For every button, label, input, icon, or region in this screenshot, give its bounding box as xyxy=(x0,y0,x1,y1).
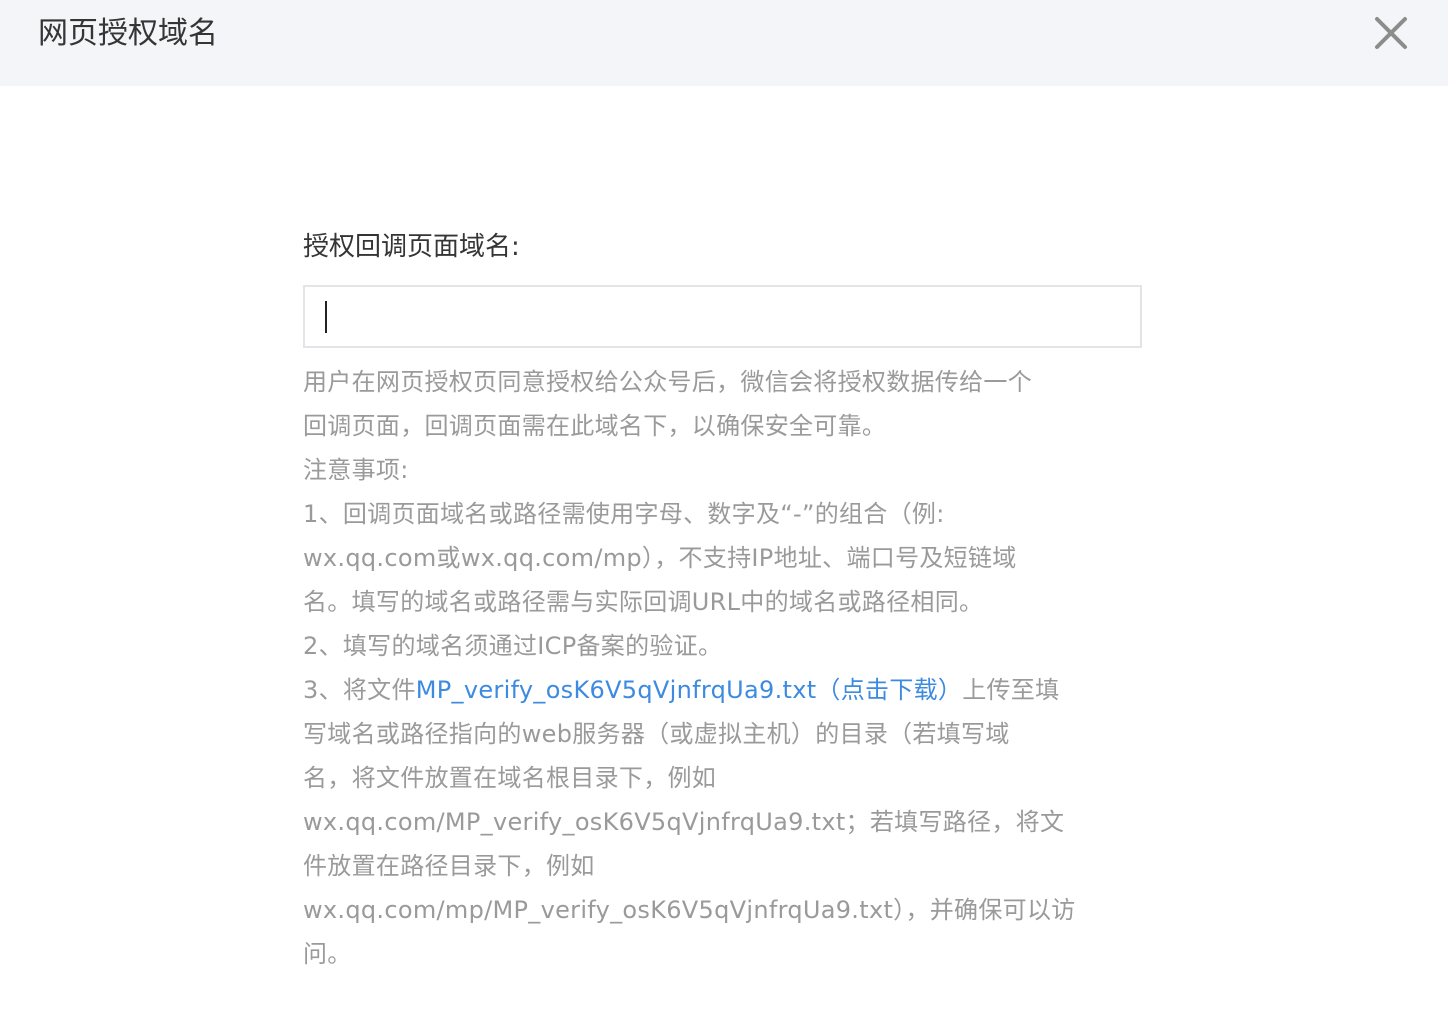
close-icon xyxy=(1375,17,1407,49)
tip-line: wx.qq.com/MP_verify_osK6V5qVjnfrqUa9.txt… xyxy=(303,808,1065,836)
item3-prefix: 3、将文件 xyxy=(303,676,416,704)
tip-line: 2、填写的域名须通过ICP备案的验证。 xyxy=(303,632,723,660)
tip-line: 件放置在路径目录下，例如 xyxy=(303,852,595,880)
text-caret xyxy=(325,301,327,333)
close-button[interactable] xyxy=(1372,14,1410,52)
tip-line: 回调页面，回调页面需在此域名下，以确保安全可靠。 xyxy=(303,412,887,440)
dialog-title: 网页授权域名 xyxy=(38,16,218,51)
callback-domain-input[interactable] xyxy=(305,287,1140,346)
tip-line: 问。 xyxy=(303,940,352,968)
tip-line-item3: 3、将文件MP_verify_osK6V5qVjnfrqUa9.txt（点击下载… xyxy=(303,668,1143,712)
verify-file-download-link[interactable]: MP_verify_osK6V5qVjnfrqUa9.txt（点击下载） xyxy=(416,676,962,704)
tip-line: 用户在网页授权页同意授权给公众号后，微信会将授权数据传给一个 xyxy=(303,368,1032,396)
tip-line: 注意事项: xyxy=(303,456,409,484)
web-auth-domain-dialog: 网页授权域名 授权回调页面域名: 用户在网页授权页同意授权给公众号后，微信会将授… xyxy=(0,0,1448,1032)
item3-suffix: 上传至填 xyxy=(962,676,1060,704)
tip-line: 名。填写的域名或路径需与实际回调URL中的域名或路径相同。 xyxy=(303,588,984,616)
dialog-header: 网页授权域名 xyxy=(0,0,1448,86)
callback-domain-label: 授权回调页面域名: xyxy=(303,232,520,262)
instructions-text: 用户在网页授权页同意授权给公众号后，微信会将授权数据传给一个 回调页面，回调页面… xyxy=(303,360,1143,976)
tip-line: 1、回调页面域名或路径需使用字母、数字及“-”的组合（例: xyxy=(303,500,945,528)
tip-line: 写域名或路径指向的web服务器（或虚拟主机）的目录（若填写域 xyxy=(303,720,1010,748)
tip-line: 名，将文件放置在域名根目录下，例如 xyxy=(303,764,717,792)
form-content: 授权回调页面域名: 用户在网页授权页同意授权给公众号后，微信会将授权数据传给一个… xyxy=(303,228,1143,976)
tip-line: wx.qq.com或wx.qq.com/mp），不支持IP地址、端口号及短链域 xyxy=(303,544,1017,572)
tip-line: wx.qq.com/mp/MP_verify_osK6V5qVjnfrqUa9.… xyxy=(303,896,1076,924)
callback-domain-field[interactable] xyxy=(303,285,1142,348)
